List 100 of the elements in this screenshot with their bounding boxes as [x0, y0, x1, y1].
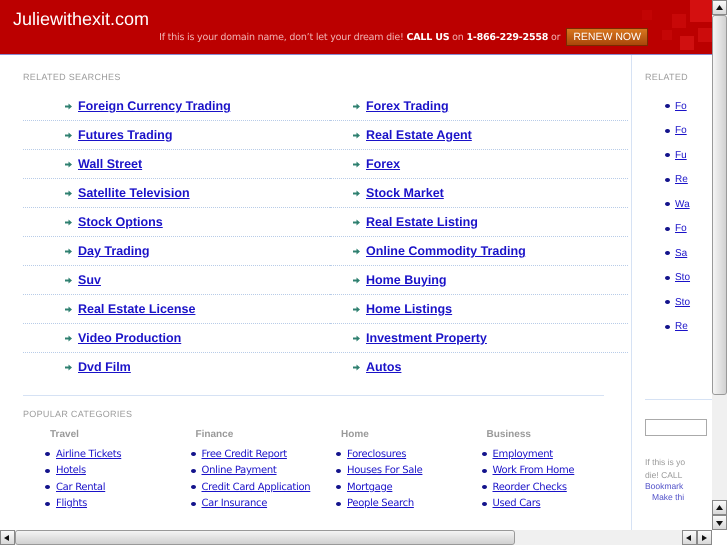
search-link[interactable]: Fo — [675, 100, 687, 112]
category-link[interactable]: People Search — [347, 498, 414, 510]
scroll-arrow-button[interactable] — [712, 515, 727, 530]
site-title: Juliewithexit.com — [13, 9, 150, 30]
scroll-arrow-button[interactable] — [712, 500, 727, 515]
bullet-icon — [45, 452, 50, 456]
category-title: Finance — [194, 429, 234, 442]
left-triangle-icon — [4, 534, 11, 540]
bullet-icon — [665, 226, 670, 231]
search-link[interactable]: Autos — [366, 360, 402, 374]
category-title: Home — [340, 429, 370, 442]
bullet-icon — [665, 202, 670, 206]
search-link[interactable]: Wa — [675, 198, 690, 210]
search-link[interactable]: Foreign Currency Trading — [78, 99, 231, 113]
scrollbar-thumb[interactable] — [15, 530, 515, 545]
scroll-arrow-button[interactable] — [697, 530, 712, 545]
search-link[interactable]: Satellite Television — [78, 186, 190, 200]
category-link[interactable]: Car Insurance — [202, 498, 268, 510]
search-link[interactable]: Sto — [675, 272, 690, 284]
bullet-icon — [482, 468, 486, 473]
bullet-icon — [190, 468, 196, 473]
category-title: Business — [486, 429, 532, 442]
category-link[interactable]: Employment — [492, 448, 553, 460]
search-link[interactable]: Wall Street — [78, 157, 142, 171]
category-link[interactable]: Used Cars — [492, 498, 540, 510]
search-link[interactable]: Investment Property — [366, 331, 487, 345]
search-link[interactable]: Suv — [78, 273, 101, 287]
scroll-arrow-button[interactable] — [682, 530, 697, 545]
bullet-icon — [665, 153, 670, 158]
bullet-icon — [665, 300, 670, 304]
search-link[interactable]: Futures Trading — [78, 128, 172, 142]
arrow-icon — [353, 132, 360, 138]
search-link[interactable]: Sto — [675, 296, 690, 308]
arrow-icon — [353, 218, 360, 226]
bullet-icon — [665, 178, 670, 182]
bullet-icon — [665, 251, 670, 256]
arrow-icon — [65, 276, 72, 284]
right-triangle-icon — [701, 534, 708, 540]
search-link[interactable]: Re — [675, 174, 688, 186]
section-heading: RELATED — [645, 72, 689, 84]
arrow-icon — [353, 102, 360, 110]
bullet-icon — [665, 276, 670, 280]
category-link[interactable]: Foreclosures — [347, 448, 406, 460]
arrow-icon — [65, 364, 72, 370]
category-link[interactable]: Mortgage — [347, 482, 392, 493]
search-link[interactable]: Forex — [366, 157, 400, 171]
category-link[interactable]: Credit Card Application — [202, 482, 310, 493]
search-link[interactable]: Fu — [675, 150, 687, 161]
arrow-icon — [353, 364, 360, 370]
search-link[interactable]: Dvd Film — [78, 360, 131, 374]
bullet-icon — [336, 485, 341, 490]
scroll-arrow-button[interactable] — [712, 0, 727, 15]
down-triangle-icon — [716, 520, 723, 526]
notice-text: die! CALL — [645, 469, 684, 481]
search-link[interactable]: Home Buying — [366, 273, 447, 287]
search-link[interactable]: Video Production — [78, 331, 182, 345]
search-link[interactable]: Re — [675, 321, 688, 332]
search-link[interactable]: Stock Market — [366, 186, 444, 200]
scroll-arrow-button[interactable] — [0, 530, 15, 545]
arrow-icon — [65, 102, 72, 110]
search-link[interactable]: Real Estate License — [78, 302, 196, 316]
arrow-icon — [353, 160, 360, 168]
search-link[interactable]: Fo — [675, 125, 687, 136]
arrow-icon — [353, 276, 360, 284]
search-link[interactable]: Stock Options — [78, 215, 163, 229]
category-link[interactable]: Free Credit Report — [202, 448, 287, 460]
category-link[interactable]: Flights — [56, 498, 88, 510]
arrow-icon — [353, 190, 360, 196]
bullet-icon — [336, 468, 341, 473]
category-link[interactable]: Airline Tickets — [56, 448, 122, 460]
search-link[interactable]: Real Estate Agent — [366, 128, 472, 142]
category-link[interactable]: Work From Home — [492, 465, 574, 476]
search-link[interactable]: Day Trading — [78, 244, 150, 258]
search-link[interactable]: Fo — [675, 223, 687, 234]
search-link[interactable]: Sa — [675, 248, 688, 259]
arrow-icon — [353, 306, 360, 312]
category-link[interactable]: Car Rental — [56, 482, 106, 493]
scrollbar-thumb[interactable] — [712, 15, 727, 395]
category-link[interactable]: Houses For Sale — [347, 465, 422, 476]
bullet-icon — [336, 502, 341, 506]
arrow-icon — [353, 334, 360, 342]
homepage-link[interactable]: Make thi — [645, 492, 712, 503]
renew-now-button[interactable]: RENEW NOW — [566, 28, 648, 46]
search-field[interactable] — [645, 419, 707, 436]
bullet-icon — [190, 452, 196, 456]
category-link[interactable]: Reorder Checks — [492, 482, 567, 493]
arrow-icon — [65, 190, 72, 196]
bullet-icon — [45, 502, 50, 506]
search-link[interactable]: Real Estate Listing — [366, 215, 478, 229]
bullet-icon — [190, 502, 196, 506]
search-link[interactable]: Online Commodity Trading — [366, 244, 526, 258]
bullet-icon — [190, 485, 196, 490]
category-link[interactable]: Hotels — [56, 465, 86, 476]
arrow-icon — [353, 248, 360, 254]
category-link[interactable]: Online Payment — [202, 465, 277, 476]
bullet-icon — [482, 502, 486, 506]
search-link[interactable]: Home Listings — [366, 302, 452, 316]
search-link[interactable]: Forex Trading — [366, 99, 449, 113]
bookmark-link[interactable]: Bookmark — [645, 481, 712, 492]
bullet-icon — [482, 452, 486, 456]
